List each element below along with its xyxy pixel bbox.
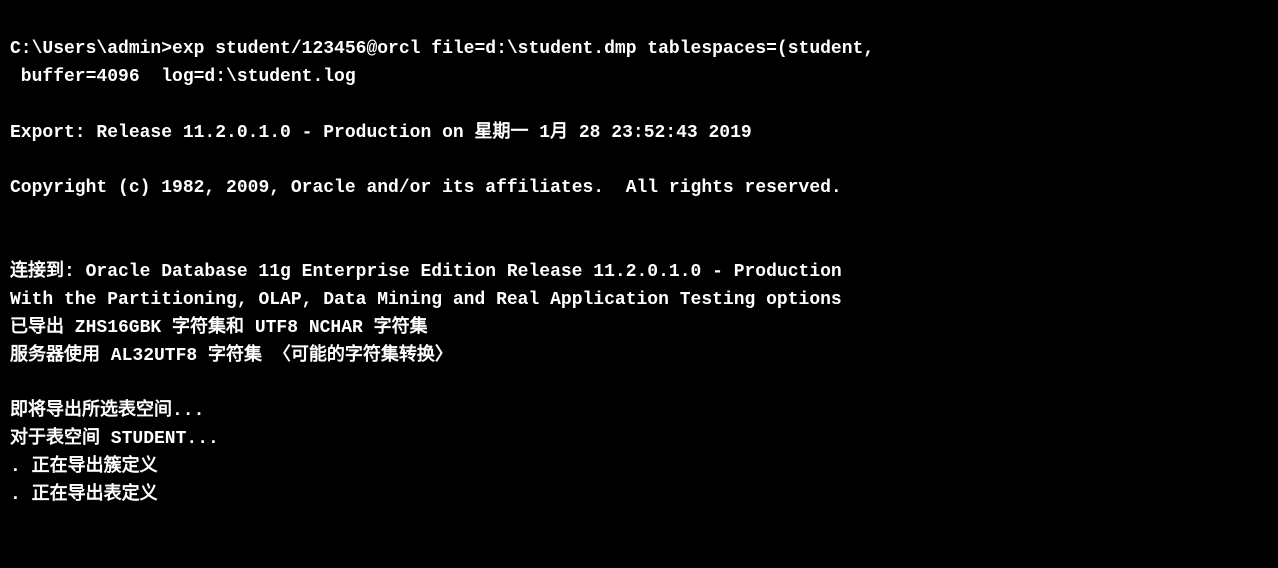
cmd-line2: buffer=4096 log=d:\student.log bbox=[10, 64, 1268, 92]
charset-line2: 服务器使用 AL32UTF8 字符集 〈可能的字符集转换〉 bbox=[10, 343, 1268, 371]
export-ts-line: 即将导出所选表空间... bbox=[10, 398, 1268, 426]
empty4 bbox=[10, 231, 1268, 259]
empty3 bbox=[10, 203, 1268, 231]
export-line: Export: Release 11.2.0.1.0 - Production … bbox=[10, 120, 1268, 148]
copyright-line: Copyright (c) 1982, 2009, Oracle and/or … bbox=[10, 175, 1268, 203]
empty1 bbox=[10, 92, 1268, 120]
connect-line1: 连接到: Oracle Database 11g Enterprise Edit… bbox=[10, 259, 1268, 287]
table-def-line: . 正在导出表定义 bbox=[10, 482, 1268, 510]
connect-line2: With the Partitioning, OLAP, Data Mining… bbox=[10, 287, 1268, 315]
cluster-def-line: . 正在导出簇定义 bbox=[10, 454, 1268, 482]
empty5 bbox=[10, 371, 1268, 399]
empty2 bbox=[10, 147, 1268, 175]
cmd-line1: C:\Users\admin>exp student/123456@orcl f… bbox=[10, 36, 1268, 64]
charset-line1: 已导出 ZHS16GBK 字符集和 UTF8 NCHAR 字符集 bbox=[10, 315, 1268, 343]
terminal-window: C:\Users\admin>exp student/123456@orcl f… bbox=[10, 8, 1268, 510]
ts-student-line: 对于表空间 STUDENT... bbox=[10, 426, 1268, 454]
